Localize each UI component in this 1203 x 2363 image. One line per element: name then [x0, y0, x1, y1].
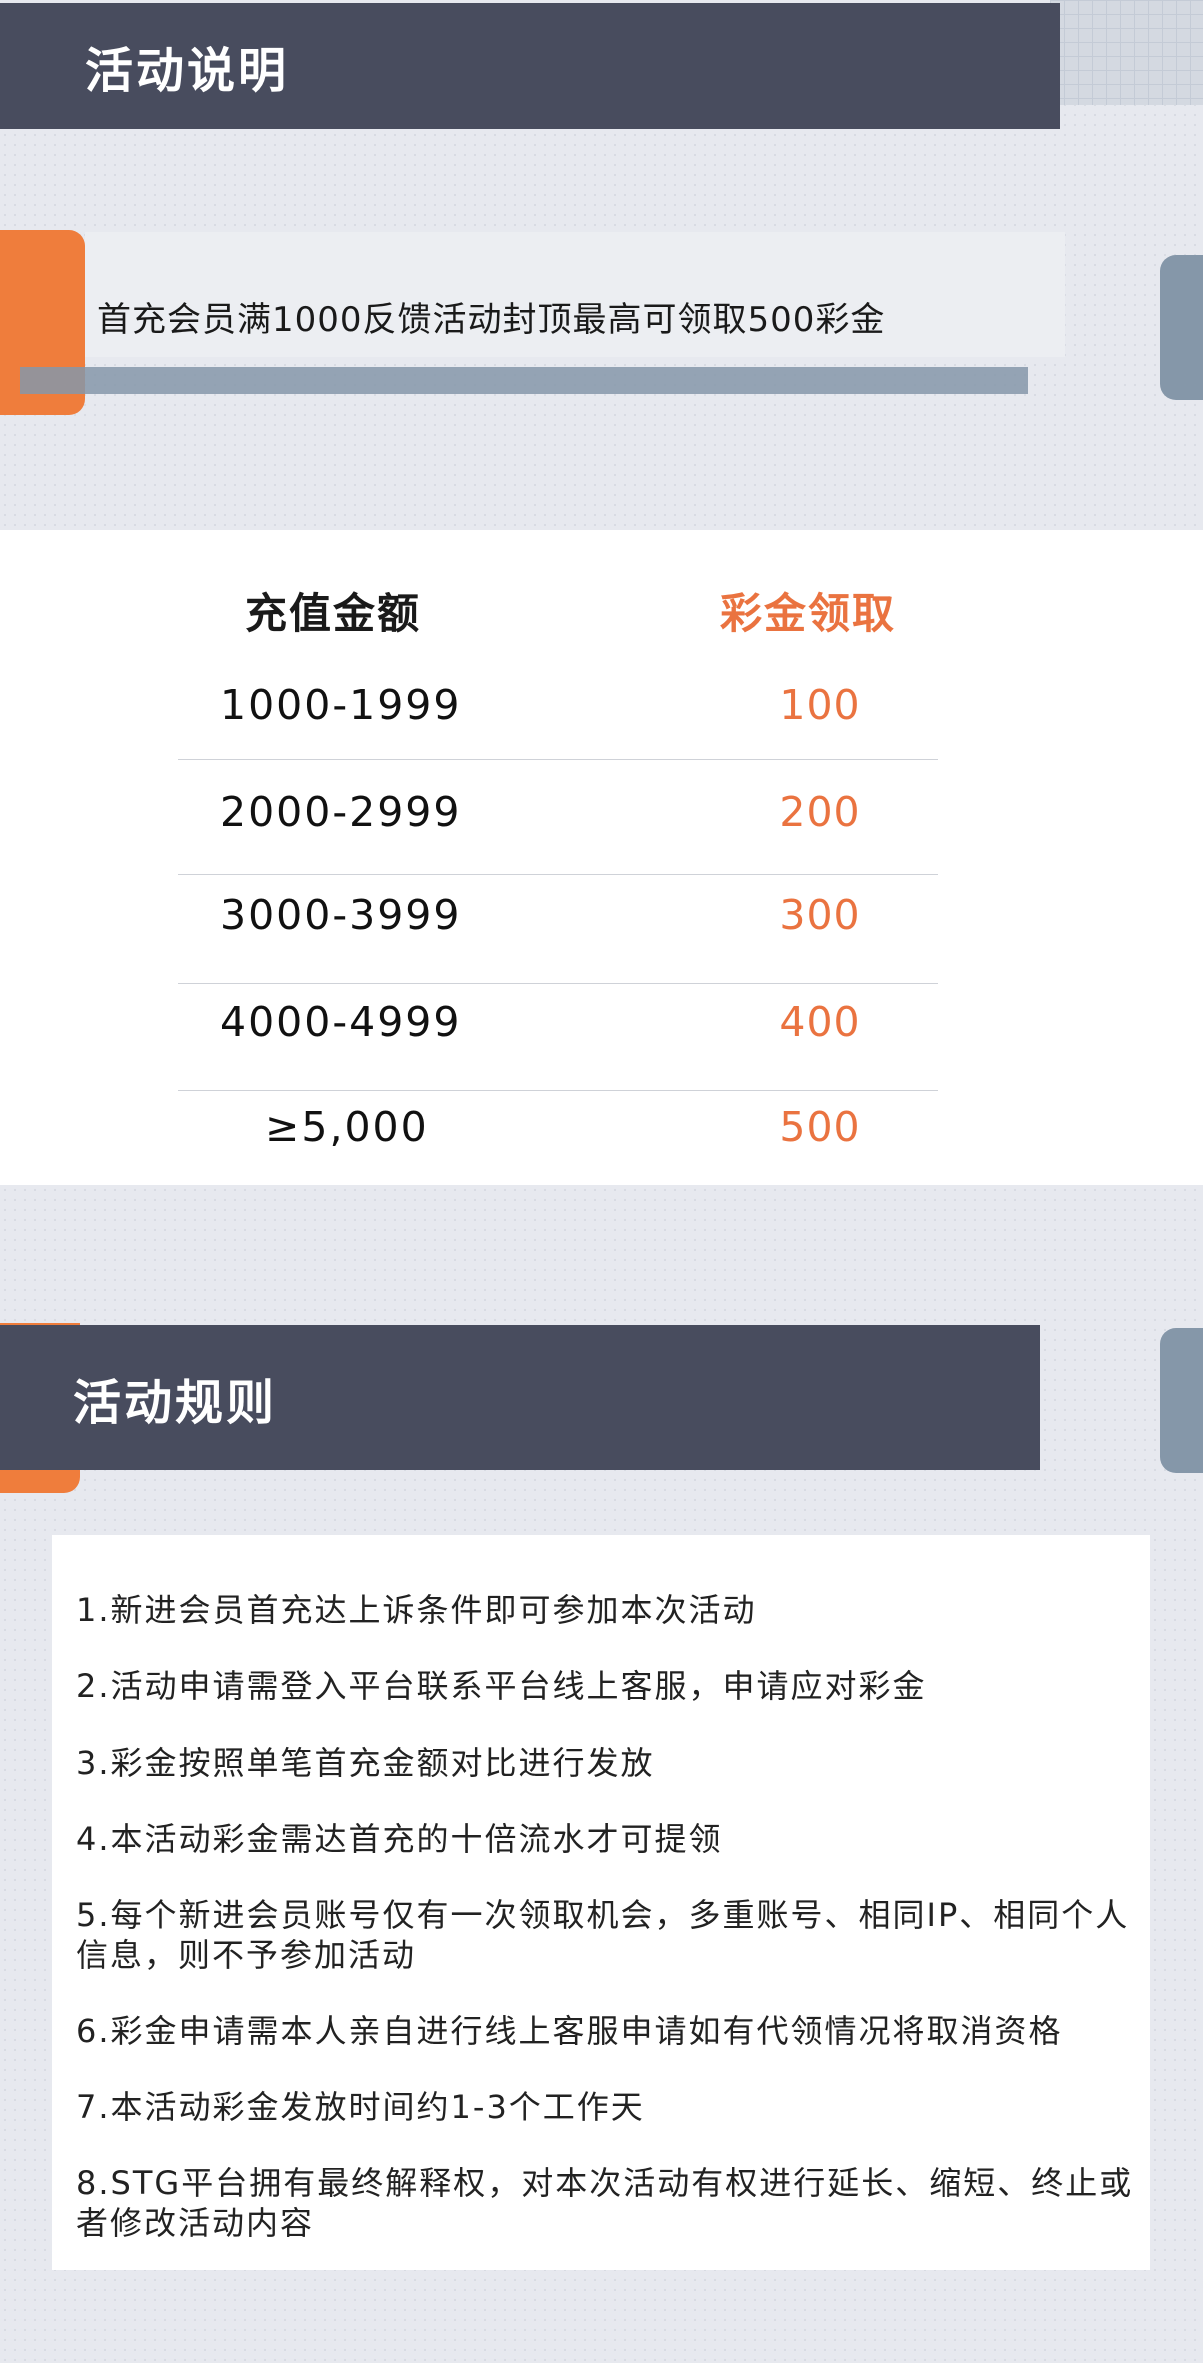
row-bonus: 300	[779, 891, 861, 939]
row-amount: 1000-1999	[220, 681, 462, 729]
steel-tab-right	[1160, 255, 1203, 400]
row-bonus: 500	[779, 1103, 861, 1151]
row-bonus: 200	[779, 788, 861, 836]
rules-header: 活动规则	[0, 1325, 1040, 1470]
rule-item: 2.活动申请需登入平台联系平台线上客服，申请应对彩金	[76, 1667, 927, 1705]
rule-item: 3.彩金按照单笔首充金额对比进行发放	[76, 1744, 655, 1782]
rule-item: 5.每个新进会员账号仅有一次领取机会，多重账号、相同IP、相同个人信息，则不予参…	[76, 1896, 1130, 1974]
rule-item: 8.STG平台拥有最终解释权，对本次活动有权进行延长、缩短、终止或者修改活动内容	[76, 2164, 1134, 2242]
row-amount: ≥5,000	[265, 1103, 429, 1151]
row-bonus: 400	[779, 998, 861, 1046]
rule-item: 4.本活动彩金需达首充的十倍流水才可提领	[76, 1820, 723, 1858]
table-row: 2000-2999 200	[0, 760, 1203, 875]
column-header-amount: 充值金额	[245, 589, 422, 638]
row-bonus: 100	[779, 681, 861, 729]
row-amount: 2000-2999	[220, 788, 462, 836]
intro-section: 活动说明 首充会员满1000反馈活动封顶最高可领取500彩金	[0, 0, 1203, 530]
intro-header: 活动说明	[0, 3, 1060, 129]
table-row: 4000-4999 400	[0, 980, 1203, 1091]
intro-header-title: 活动说明	[85, 43, 290, 99]
rule-item: 6.彩金申请需本人亲自进行线上客服申请如有代领情况将取消资格	[76, 2012, 1063, 2050]
banner-underline	[20, 367, 1028, 394]
rule-item: 7.本活动彩金发放时间约1-3个工作天	[76, 2088, 645, 2126]
rule-item: 1.新进会员首充达上诉条件即可参加本次活动	[76, 1591, 757, 1629]
rules-list: 1.新进会员首充达上诉条件即可参加本次活动 2.活动申请需登入平台联系平台线上客…	[52, 1535, 1150, 2270]
bonus-table: 充值金额 彩金领取 1000-1999 100 2000-2999 200 30…	[0, 530, 1203, 1185]
rules-header-title: 活动规则	[73, 1374, 278, 1431]
table-row: 3000-3999 300	[0, 875, 1203, 984]
row-amount: 4000-4999	[220, 998, 462, 1046]
row-amount: 3000-3999	[220, 891, 462, 939]
steel-tab-right	[1160, 1328, 1203, 1473]
banner-text: 首充会员满1000反馈活动封顶最高可领取500彩金	[97, 300, 886, 340]
grid-decoration	[1050, 0, 1203, 105]
column-header-bonus: 彩金领取	[720, 589, 897, 638]
table-row: 1000-1999 100	[0, 655, 1203, 760]
table-row: ≥5,000 500	[0, 1090, 1203, 1195]
